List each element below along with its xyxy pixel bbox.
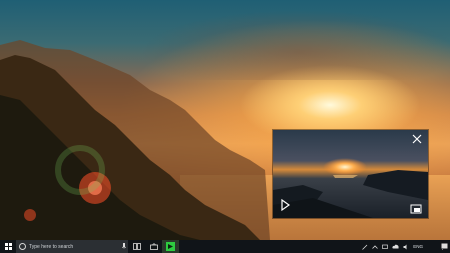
notification-icon[interactable] bbox=[439, 240, 450, 253]
microphone-icon[interactable] bbox=[120, 242, 128, 252]
search-box[interactable]: Type here to search bbox=[16, 240, 128, 253]
pen-icon[interactable] bbox=[360, 240, 370, 253]
play-icon[interactable] bbox=[278, 198, 292, 212]
volume-icon[interactable] bbox=[401, 240, 411, 253]
search-input[interactable]: Type here to search bbox=[29, 244, 120, 250]
task-view-icon[interactable] bbox=[128, 240, 145, 253]
cloud-icon[interactable] bbox=[390, 240, 401, 253]
video-frame bbox=[273, 130, 428, 218]
search-circle-icon bbox=[19, 243, 26, 250]
windows-logo-icon[interactable] bbox=[0, 240, 16, 253]
language-indicator[interactable]: ENG bbox=[411, 240, 425, 253]
video-popup-window[interactable] bbox=[273, 130, 428, 218]
taskbar: Type here to search ENG bbox=[0, 240, 450, 253]
expand-window-icon[interactable] bbox=[410, 201, 422, 214]
system-tray: ENG bbox=[360, 240, 450, 253]
green-app-icon[interactable] bbox=[162, 240, 179, 253]
network-icon[interactable] bbox=[380, 240, 390, 253]
clock-area[interactable] bbox=[425, 240, 439, 253]
close-icon[interactable] bbox=[410, 133, 424, 147]
chevron-up-icon[interactable] bbox=[370, 240, 380, 253]
store-bag-icon[interactable] bbox=[145, 240, 162, 253]
